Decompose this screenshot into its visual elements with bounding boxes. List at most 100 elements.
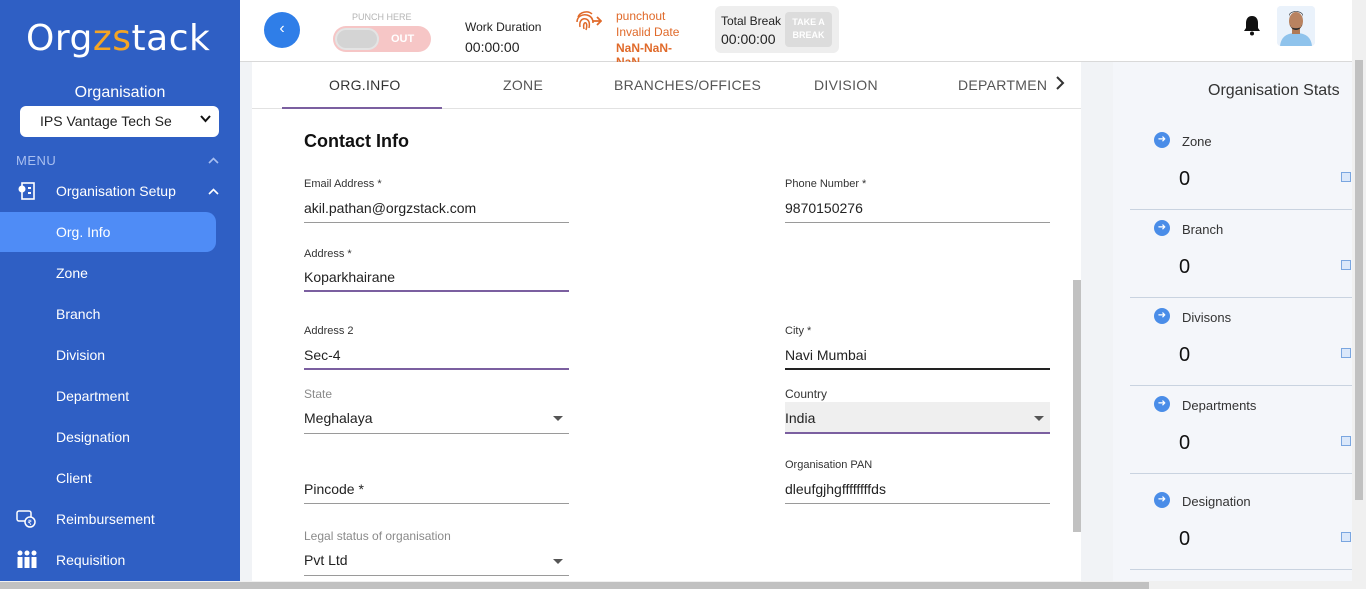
sidebar-item-division[interactable]: Division bbox=[0, 335, 216, 375]
take-break-button[interactable]: TAKE A BREAK bbox=[785, 12, 832, 47]
stat-name: Departments bbox=[1182, 398, 1257, 413]
sidebar-item-requisition[interactable]: Requisition bbox=[0, 540, 216, 580]
tab-department[interactable]: DEPARTMEN bbox=[958, 77, 1047, 93]
toggle-knob bbox=[335, 28, 379, 50]
state-value: Meghalaya bbox=[304, 410, 373, 426]
reimbursement-icon: ₹ bbox=[16, 509, 38, 529]
sidebar-item-label: Client bbox=[56, 470, 92, 486]
legal-status-label: Legal status of organisation bbox=[304, 529, 451, 543]
punchout-label: punchout bbox=[616, 9, 666, 23]
field-underline bbox=[304, 290, 569, 292]
address2-label: Address 2 bbox=[304, 325, 354, 337]
sidebar-item-label: Branch bbox=[56, 306, 101, 322]
sidebar-item-org-info[interactable]: Org. Info bbox=[0, 212, 216, 252]
requisition-icon bbox=[16, 550, 38, 570]
punch-state: OUT bbox=[391, 33, 415, 45]
stat-card-departments[interactable]: ➜ Departments 0 bbox=[1130, 386, 1352, 474]
sidebar-item-client[interactable]: Client bbox=[0, 458, 216, 498]
tab-zone[interactable]: ZONE bbox=[503, 77, 543, 93]
dropdown-arrow-icon bbox=[1034, 416, 1044, 421]
open-link-icon[interactable] bbox=[1341, 348, 1351, 358]
stat-value: 0 bbox=[1179, 256, 1191, 278]
page-vertical-scrollbar[interactable] bbox=[1352, 0, 1366, 581]
email-value: akil.pathan@orgzstack.com bbox=[304, 200, 477, 216]
stat-card-branch[interactable]: ➜ Branch 0 bbox=[1130, 210, 1352, 298]
city-field[interactable]: City * Navi Mumbai bbox=[785, 325, 1050, 371]
organisation-select[interactable]: IPS Vantage Tech Se bbox=[20, 106, 219, 137]
scrollbar-thumb[interactable] bbox=[1355, 60, 1363, 500]
sidebar-item-branch[interactable]: Branch bbox=[0, 294, 216, 334]
punch-toggle[interactable]: OUT bbox=[333, 26, 431, 52]
stat-card-zone[interactable]: ➜ Zone 0 bbox=[1130, 122, 1352, 210]
open-link-icon[interactable] bbox=[1341, 436, 1351, 446]
sidebar-item-label: Organisation Setup bbox=[56, 183, 176, 199]
user-avatar[interactable] bbox=[1277, 6, 1315, 46]
select-background bbox=[785, 402, 1050, 433]
stat-name: Zone bbox=[1182, 134, 1212, 149]
email-field[interactable]: Email Address * akil.pathan@orgzstack.co… bbox=[304, 178, 569, 224]
arrow-right-icon: ➜ bbox=[1154, 220, 1170, 236]
pincode-field[interactable]: Pincode * bbox=[304, 479, 569, 505]
sidebar-item-reimbursement[interactable]: ₹ Reimbursement bbox=[0, 499, 216, 539]
phone-field[interactable]: Phone Number * 9870150276 bbox=[785, 178, 1050, 224]
legal-status-select[interactable]: Legal status of organisation Pvt Ltd bbox=[304, 529, 569, 577]
field-underline bbox=[304, 503, 569, 504]
sidebar-item-department[interactable]: Department bbox=[0, 376, 216, 416]
scrollbar-thumb[interactable] bbox=[0, 582, 1149, 589]
open-link-icon[interactable] bbox=[1341, 532, 1351, 542]
stat-card-designation[interactable]: ➜ Designation 0 bbox=[1130, 482, 1352, 570]
sidebar-item-designation[interactable]: Designation bbox=[0, 417, 216, 457]
country-select[interactable]: Country India bbox=[785, 387, 1050, 435]
sidebar: Orgzstack Organisation IPS Vantage Tech … bbox=[0, 0, 240, 581]
stat-card-divisions[interactable]: ➜ Divisons 0 bbox=[1130, 298, 1352, 386]
page-horizontal-scrollbar[interactable] bbox=[0, 581, 1366, 589]
stats-title: Organisation Stats bbox=[1208, 82, 1340, 99]
sidebar-item-label: Org. Info bbox=[56, 224, 111, 240]
section-title: Contact Info bbox=[304, 131, 409, 151]
form-scrollbar[interactable] bbox=[1073, 280, 1081, 532]
open-link-icon[interactable] bbox=[1341, 172, 1351, 182]
sidebar-item-label: Zone bbox=[56, 265, 88, 281]
phone-value: 9870150276 bbox=[785, 200, 863, 216]
field-underline bbox=[785, 503, 1050, 504]
stat-value: 0 bbox=[1179, 168, 1191, 190]
pan-field[interactable]: Organisation PAN dleufgjhgffffffffds bbox=[785, 459, 1050, 505]
sidebar-item-zone[interactable]: Zone bbox=[0, 253, 216, 293]
address-field[interactable]: Address * Koparkhairane bbox=[304, 248, 569, 294]
arrow-right-icon: ➜ bbox=[1154, 396, 1170, 412]
address-value: Koparkhairane bbox=[304, 269, 396, 285]
field-underline bbox=[785, 368, 1050, 370]
open-link-icon[interactable] bbox=[1341, 260, 1351, 270]
contact-info-form: Contact Info Email Address * akil.pathan… bbox=[252, 109, 1081, 581]
punchout-date: Invalid Date bbox=[616, 25, 680, 39]
address2-field[interactable]: Address 2 Sec-4 bbox=[304, 325, 569, 371]
punch-title: PUNCH HERE bbox=[352, 12, 412, 22]
back-button[interactable]: ‹ bbox=[264, 12, 300, 48]
total-break-value: 00:00:00 bbox=[721, 31, 776, 47]
stat-name: Divisons bbox=[1182, 310, 1232, 325]
stat-value: 0 bbox=[1179, 344, 1191, 366]
tab-branches-offices[interactable]: BRANCHES/OFFICES bbox=[614, 77, 761, 93]
country-value: India bbox=[785, 410, 816, 426]
chevron-down-icon bbox=[200, 114, 211, 126]
work-duration-label: Work Duration bbox=[465, 20, 542, 34]
organisation-select-value: IPS Vantage Tech Se bbox=[40, 113, 172, 129]
notification-bell-icon[interactable] bbox=[1242, 14, 1262, 36]
tab-org-info[interactable]: ORG.INFO bbox=[329, 77, 401, 93]
menu-collapse-icon[interactable] bbox=[208, 157, 219, 164]
sidebar-item-organisation-setup[interactable]: Organisation Setup bbox=[0, 171, 216, 211]
tab-division[interactable]: DIVISION bbox=[814, 77, 878, 93]
address2-value: Sec-4 bbox=[304, 347, 341, 363]
field-underline bbox=[785, 222, 1050, 223]
orgzstack-logo[interactable]: Orgzstack bbox=[26, 18, 210, 59]
state-label: State bbox=[304, 387, 333, 401]
dropdown-arrow-icon bbox=[553, 559, 563, 564]
chevron-up-icon[interactable] bbox=[208, 188, 219, 195]
tabs-next-icon[interactable] bbox=[1055, 74, 1065, 95]
organisation-stats-panel: Organisation Stats ➜ Zone 0 ➜ Branch 0 ➜… bbox=[1113, 62, 1352, 581]
field-underline bbox=[304, 433, 569, 434]
sidebar-item-label: Reimbursement bbox=[56, 511, 155, 527]
state-select[interactable]: State Meghalaya bbox=[304, 387, 569, 435]
pincode-placeholder: Pincode * bbox=[304, 481, 364, 497]
address-label: Address * bbox=[304, 248, 352, 260]
